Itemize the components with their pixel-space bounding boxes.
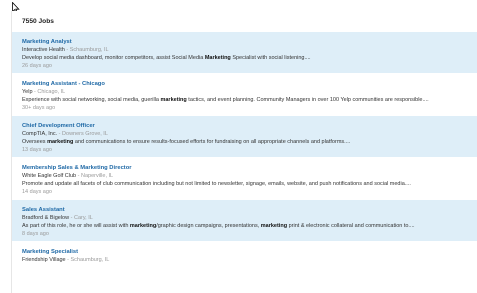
job-location: - Schaumburg, IL xyxy=(65,257,110,263)
job-posted-age: 13 days ago xyxy=(22,147,52,153)
job-posted-age: 30+ days ago xyxy=(22,105,56,111)
keyword-highlight: marketing xyxy=(129,223,157,229)
job-title-link[interactable]: Sales Assistant xyxy=(22,206,468,214)
description-text: Develop social media dashboard, monitor … xyxy=(22,55,205,61)
job-listing[interactable]: Sales Assistant Bradford & Bigelow - Cary… xyxy=(12,200,477,242)
job-location: - Naperville, IL xyxy=(76,173,114,179)
job-listing[interactable]: Marketing Specialist Friendship Village -… xyxy=(12,242,477,268)
job-location: - Cary, IL xyxy=(69,215,93,221)
job-location: - Chicago, IL xyxy=(32,89,66,95)
results-header: 7550 Jobs xyxy=(12,11,477,32)
job-count: 7550 Jobs xyxy=(22,18,54,25)
keyword-highlight: Marketing xyxy=(204,55,231,61)
job-company-line: White Eagle Golf Club - Naperville, IL xyxy=(22,172,468,180)
job-posted-age: 8 days ago xyxy=(22,231,49,237)
description-text: Specialist with social listening.... xyxy=(230,55,311,61)
job-company-line: CompTIA, Inc. - Downers Grove, IL xyxy=(22,130,468,138)
job-company: Yelp xyxy=(22,89,33,95)
job-title-link[interactable]: Marketing Assistant - Chicago xyxy=(22,80,468,88)
description-text: Promote and update all facets of club co… xyxy=(22,181,411,187)
job-listing[interactable]: Marketing Analyst Interactive Health - Sc… xyxy=(12,32,477,74)
job-description: Develop social media dashboard, monitor … xyxy=(22,54,468,62)
job-company: Friendship Village xyxy=(22,257,66,263)
description-text: tactics, and event planning. Community M… xyxy=(186,97,429,103)
job-title-link[interactable]: Membership Sales & Marketing Director xyxy=(22,164,468,172)
job-description: Experience with social networking, socia… xyxy=(22,96,468,104)
job-company: CompTIA, Inc. xyxy=(22,131,58,137)
job-title-link[interactable]: Marketing Analyst xyxy=(22,38,468,46)
keyword-highlight: marketing xyxy=(47,139,74,145)
description-text: and communications to ensure results-foc… xyxy=(73,139,351,145)
job-description: As part of this role, he or she will ass… xyxy=(22,222,468,230)
job-company: Bradford & Bigelow xyxy=(22,215,70,221)
description-text: Experience with social networking, socia… xyxy=(22,97,161,103)
job-company: White Eagle Golf Club xyxy=(22,173,77,179)
job-title-link[interactable]: Marketing Specialist xyxy=(22,248,468,256)
keyword-highlight: marketing xyxy=(260,223,288,229)
job-company: Interactive Health xyxy=(22,47,65,53)
job-listing[interactable]: Marketing Assistant - Chicago Yelp - Chic… xyxy=(12,74,477,116)
job-description: Oversees marketing and communications to… xyxy=(22,138,468,146)
job-company-line: Bradford & Bigelow - Cary, IL xyxy=(22,214,468,222)
job-list: Marketing Analyst Interactive Health - Sc… xyxy=(12,32,477,268)
description-text: Oversees xyxy=(22,139,48,145)
job-description: Promote and update all facets of club co… xyxy=(22,180,468,188)
job-company-line: Yelp - Chicago, IL xyxy=(22,88,468,96)
job-posted-age: 14 days ago xyxy=(22,189,52,195)
job-listing[interactable]: Membership Sales & Marketing Director Whi… xyxy=(12,158,477,200)
job-title-link[interactable]: Chief Development Officer xyxy=(22,122,468,130)
description-text: /graphic design campaigns, presentations… xyxy=(156,223,261,229)
job-location: - Schaumburg, IL xyxy=(64,47,109,53)
job-listing[interactable]: Chief Development Officer CompTIA, Inc. -… xyxy=(12,116,477,158)
job-posted-age: 26 days ago xyxy=(22,63,52,69)
job-company-line: Friendship Village - Schaumburg, IL xyxy=(22,256,468,264)
job-results-panel: 7550 Jobs Marketing Analyst Interactive H… xyxy=(11,11,477,293)
job-company-line: Interactive Health - Schaumburg, IL xyxy=(22,46,468,54)
description-text: print & electronic collateral and commun… xyxy=(287,223,415,229)
keyword-highlight: marketing xyxy=(160,97,187,103)
description-text: As part of this role, he or she will ass… xyxy=(22,223,130,229)
job-location: - Downers Grove, IL xyxy=(57,131,108,137)
